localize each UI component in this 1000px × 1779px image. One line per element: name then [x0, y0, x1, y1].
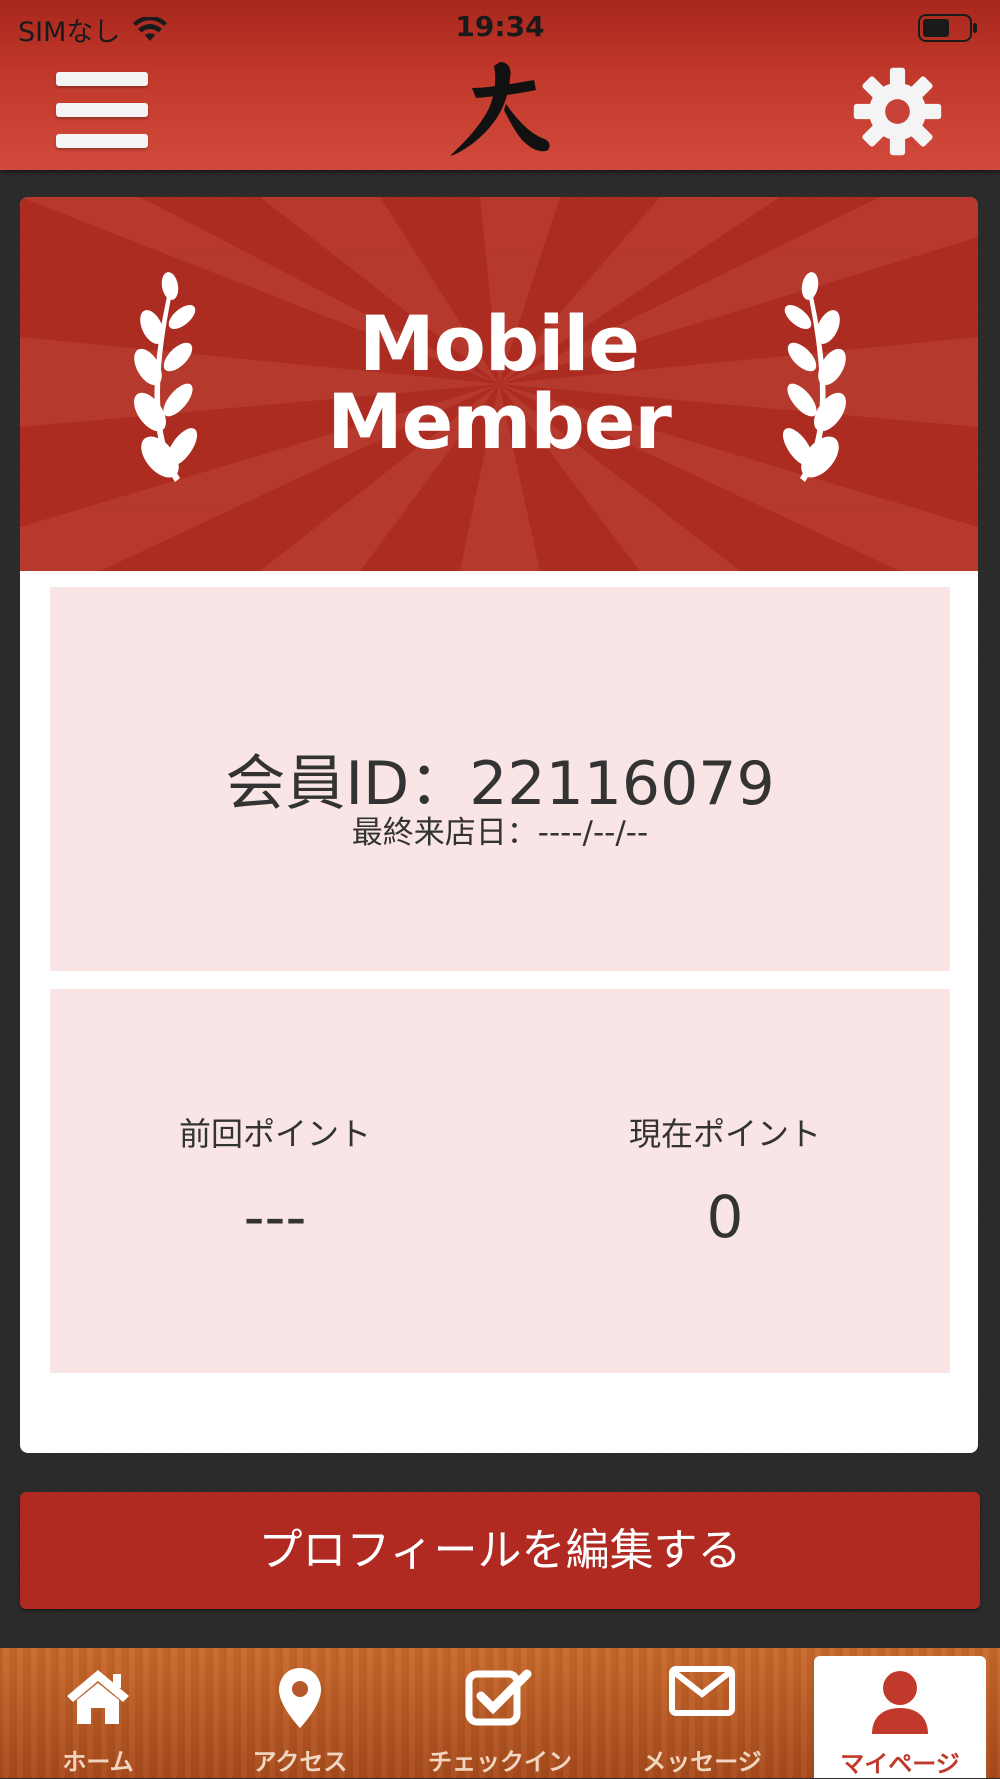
- member-card: Mobile Member 会員ID：22116079 最終来店日：----/-…: [20, 197, 978, 1453]
- laurel-right-icon: [782, 272, 846, 482]
- home-icon: [67, 1670, 129, 1724]
- tab-mypage-label: マイページ: [840, 1750, 960, 1778]
- member-id-panel: 会員ID：22116079 最終来店日：----/--/--: [50, 587, 950, 971]
- points-panel: 前回ポイント --- 現在ポイント 0: [50, 989, 950, 1373]
- battery-icon: [918, 14, 977, 42]
- tab-access-label: アクセス: [252, 1748, 348, 1776]
- status-time: 19:34: [455, 10, 545, 43]
- envelope-icon: [669, 1666, 735, 1716]
- tab-mypage[interactable]: マイページ: [814, 1656, 986, 1778]
- hamburger-menu-icon[interactable]: [56, 72, 148, 152]
- edit-profile-button[interactable]: プロフィールを編集する: [20, 1492, 980, 1609]
- tab-checkin-label: チェックイン: [428, 1748, 572, 1776]
- tab-messages[interactable]: メッセージ: [616, 1648, 788, 1778]
- previous-points: 前回ポイント ---: [50, 1109, 500, 1251]
- tab-messages-label: メッセージ: [642, 1748, 762, 1776]
- tab-home-label: ホーム: [62, 1748, 134, 1776]
- gear-icon[interactable]: [850, 64, 945, 159]
- tab-access[interactable]: アクセス: [214, 1648, 386, 1778]
- user-icon: [872, 1671, 928, 1734]
- previous-points-value: ---: [243, 1183, 307, 1251]
- current-points-value: 0: [706, 1183, 744, 1251]
- checkbox-icon: [465, 1669, 532, 1726]
- current-points-label: 現在ポイント: [628, 1115, 821, 1153]
- previous-points-label: 前回ポイント: [178, 1115, 371, 1153]
- tab-checkin[interactable]: チェックイン: [414, 1648, 586, 1778]
- map-pin-icon: [279, 1668, 321, 1728]
- logo-icon: [450, 62, 550, 156]
- status-bar: SIMなし 19:34: [0, 8, 1000, 48]
- bottom-tab-bar: ホーム アクセス チェックイン メッセージ マイページ: [0, 1648, 1000, 1778]
- last-visit-date: 最終来店日：----/--/--: [351, 815, 649, 851]
- app-header: SIMなし 19:34: [0, 0, 1000, 170]
- current-points: 現在ポイント 0: [500, 1109, 950, 1251]
- tab-home[interactable]: ホーム: [12, 1648, 184, 1778]
- mobile-member-banner: Mobile Member: [20, 197, 978, 571]
